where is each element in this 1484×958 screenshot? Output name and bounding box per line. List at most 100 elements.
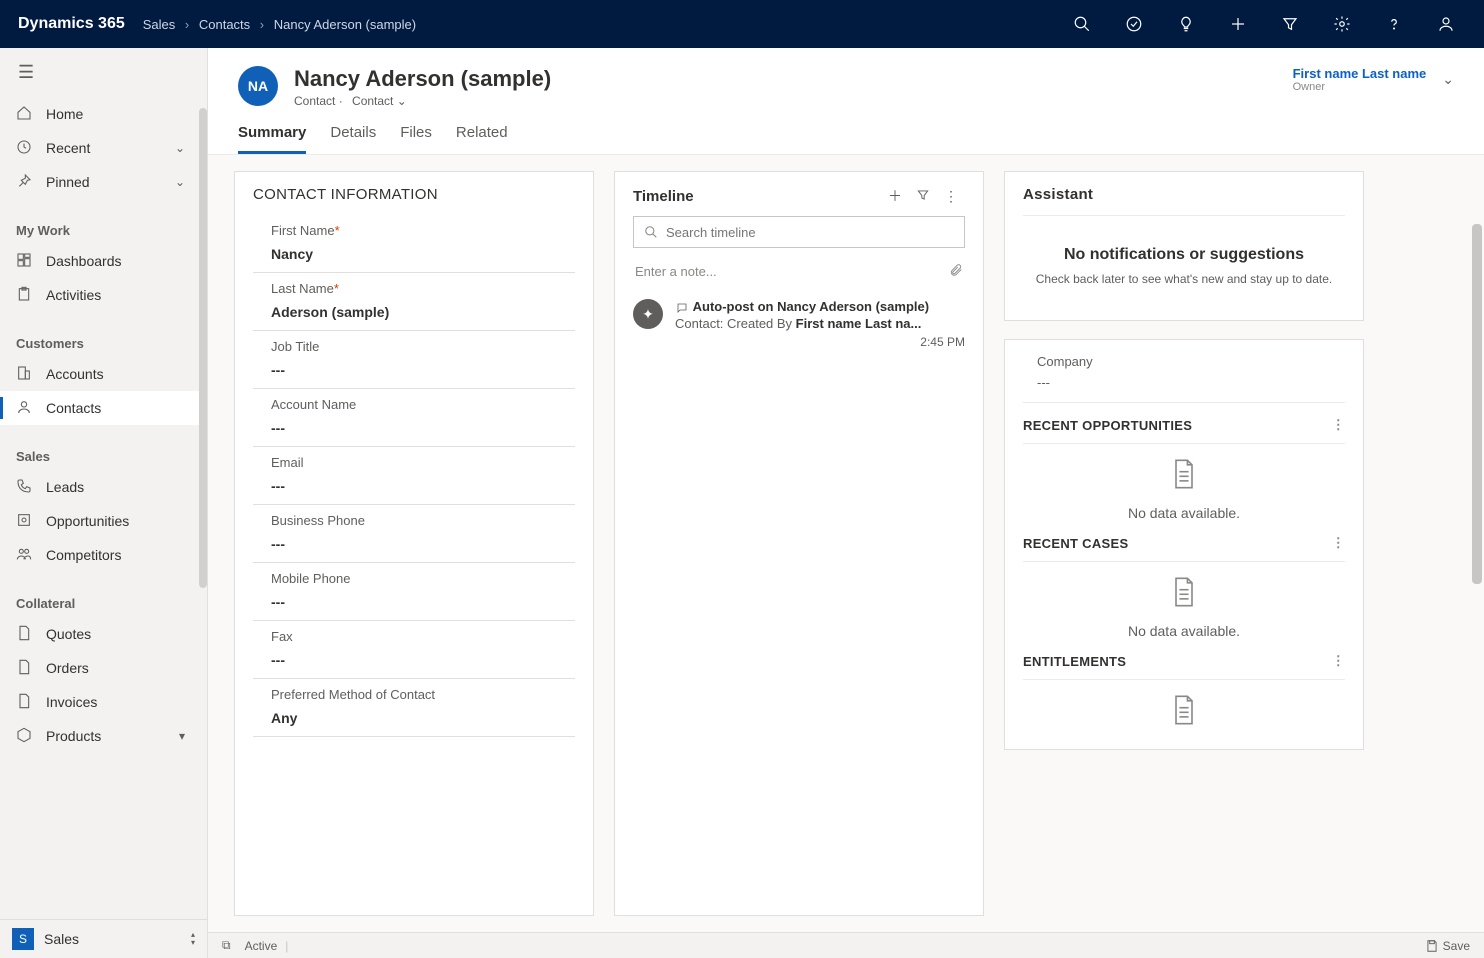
nav-label: Products xyxy=(46,728,101,744)
nav-label: Dashboards xyxy=(46,253,122,269)
building-icon xyxy=(16,365,34,383)
nav-recent[interactable]: Recent ⌄ xyxy=(0,131,201,165)
chevron-down-icon: ⌄ xyxy=(1442,71,1454,88)
breadcrumb-sep: › xyxy=(185,17,189,32)
document-icon xyxy=(16,659,34,677)
nav-activities[interactable]: Activities xyxy=(0,278,201,312)
form-field[interactable]: Account Name--- xyxy=(253,389,575,447)
timeline-search[interactable] xyxy=(633,216,965,248)
tab-related[interactable]: Related xyxy=(456,124,508,154)
global-header: Dynamics 365 Sales › Contacts › Nancy Ad… xyxy=(0,0,1484,48)
area-label: Sales xyxy=(44,931,79,947)
nav-quotes[interactable]: Quotes xyxy=(0,617,201,651)
nav-home[interactable]: Home xyxy=(0,97,201,131)
record-subtitle: Contact · Contact ⌄ xyxy=(294,94,551,108)
area-badge: S xyxy=(12,928,34,950)
more-icon[interactable]: ⋮ xyxy=(1332,653,1345,669)
filter-icon[interactable] xyxy=(1270,0,1310,48)
nav-group-header: Collateral xyxy=(0,590,201,617)
related-section-title: RECENT CASES xyxy=(1023,536,1128,551)
timeline-filter-icon[interactable] xyxy=(909,188,937,205)
form-field[interactable]: Email--- xyxy=(253,447,575,505)
nav-accounts[interactable]: Accounts xyxy=(0,357,201,391)
entity-label: Contact xyxy=(294,94,335,108)
timeline-add-icon[interactable]: ＋ xyxy=(881,186,909,206)
main-scrollbar[interactable] xyxy=(1472,224,1482,584)
paperclip-icon[interactable] xyxy=(949,262,963,281)
tab-details[interactable]: Details xyxy=(330,124,376,154)
task-icon[interactable] xyxy=(1114,0,1154,48)
nav-dashboards[interactable]: Dashboards xyxy=(0,244,201,278)
nav-contacts[interactable]: Contacts xyxy=(0,391,201,425)
form-field[interactable]: Fax--- xyxy=(253,621,575,679)
chevron-down-icon: ⌄ xyxy=(175,141,185,155)
popout-icon[interactable]: ⧉ xyxy=(222,938,231,953)
more-icon[interactable]: ⋮ xyxy=(1332,417,1345,433)
breadcrumb-item[interactable]: Contacts xyxy=(199,17,250,32)
timeline-item-time: 2:45 PM xyxy=(675,335,965,349)
timeline-note-input[interactable]: Enter a note... xyxy=(633,258,965,285)
area-switcher[interactable]: S Sales ▴▾ xyxy=(0,919,207,958)
chevron-updown-icon: ▴▾ xyxy=(191,931,195,947)
tab-summary[interactable]: Summary xyxy=(238,124,306,154)
nav-scrollbar[interactable] xyxy=(199,108,207,588)
nav-label: Activities xyxy=(46,287,101,303)
form-field[interactable]: First Name*Nancy xyxy=(253,215,575,273)
nav-label: Recent xyxy=(46,140,90,156)
help-icon[interactable] xyxy=(1374,0,1414,48)
form-field[interactable]: Business Phone--- xyxy=(253,505,575,563)
nav-invoices[interactable]: Invoices xyxy=(0,685,201,719)
related-section: RECENT OPPORTUNITIES⋮No data available. xyxy=(1023,417,1345,521)
field-label: Job Title xyxy=(271,339,575,354)
company-value[interactable]: --- xyxy=(1023,369,1345,403)
hamburger-icon[interactable]: ☰ xyxy=(0,48,207,97)
nav-orders[interactable]: Orders xyxy=(0,651,201,685)
timeline-item[interactable]: ✦ Auto-post on Nancy Aderson (sample) Co… xyxy=(633,299,965,349)
add-icon[interactable] xyxy=(1218,0,1258,48)
related-section-title: ENTITLEMENTS xyxy=(1023,654,1126,669)
form-footer: ⧉ Active | Save xyxy=(208,932,1484,958)
form-field[interactable]: Preferred Method of ContactAny xyxy=(253,679,575,737)
nav-leads[interactable]: Leads xyxy=(0,470,201,504)
nav-opportunities[interactable]: Opportunities xyxy=(0,504,201,538)
document-icon xyxy=(16,625,34,643)
gear-icon[interactable] xyxy=(1322,0,1362,48)
breadcrumb: Sales › Contacts › Nancy Aderson (sample… xyxy=(143,17,416,32)
nav-pinned[interactable]: Pinned ⌄ xyxy=(0,165,201,199)
nav-group-header: Sales xyxy=(0,443,201,470)
owner-name: First name Last name xyxy=(1293,66,1427,81)
timeline-search-input[interactable] xyxy=(666,225,954,240)
avatar: NA xyxy=(238,66,278,106)
company-label: Company xyxy=(1023,354,1345,369)
lightbulb-icon[interactable] xyxy=(1166,0,1206,48)
more-icon[interactable]: ⋮ xyxy=(1332,535,1345,551)
assistant-empty-title: No notifications or suggestions xyxy=(1023,246,1345,264)
nav-label: Quotes xyxy=(46,626,91,642)
document-icon xyxy=(16,693,34,711)
nav-label: Competitors xyxy=(46,547,121,563)
pin-icon xyxy=(16,173,34,191)
search-icon[interactable] xyxy=(1062,0,1102,48)
form-field[interactable]: Last Name*Aderson (sample) xyxy=(253,273,575,331)
timeline-more-icon[interactable]: ⋮ xyxy=(937,188,965,205)
breadcrumb-item[interactable]: Nancy Aderson (sample) xyxy=(274,17,416,32)
user-icon[interactable] xyxy=(1426,0,1466,48)
nav-competitors[interactable]: Competitors xyxy=(0,538,201,572)
contact-info-card: CONTACT INFORMATION First Name*NancyLast… xyxy=(234,171,594,916)
owner-label: Owner xyxy=(1293,81,1427,93)
owner-field[interactable]: First name Last name Owner ⌄ xyxy=(1293,66,1454,93)
app-brand[interactable]: Dynamics 365 xyxy=(18,15,125,33)
save-button[interactable]: Save xyxy=(1425,939,1470,953)
form-field[interactable]: Mobile Phone--- xyxy=(253,563,575,621)
nav-label: Contacts xyxy=(46,400,101,416)
field-value: --- xyxy=(271,420,575,436)
chevron-down-icon: ⌄ xyxy=(175,175,185,189)
related-section: ENTITLEMENTS ⋮ xyxy=(1023,653,1345,735)
nav-products[interactable]: Products ▾ xyxy=(0,719,201,753)
breadcrumb-item[interactable]: Sales xyxy=(143,17,176,32)
form-selector[interactable]: Contact ⌄ xyxy=(352,94,407,108)
form-tabs: Summary Details Files Related xyxy=(208,108,1484,155)
tab-files[interactable]: Files xyxy=(400,124,432,154)
person-icon xyxy=(16,399,34,417)
form-field[interactable]: Job Title--- xyxy=(253,331,575,389)
